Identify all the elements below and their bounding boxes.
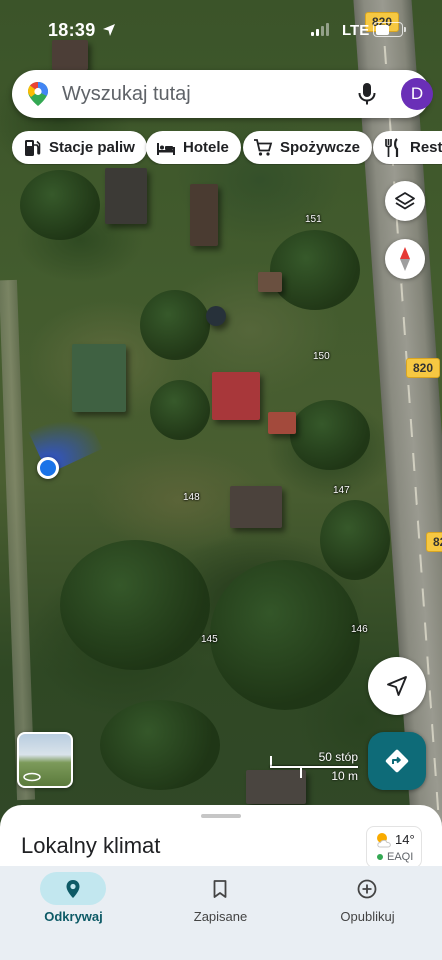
chip-hotels[interactable]: Hotele <box>146 131 241 164</box>
directions-button[interactable] <box>368 732 426 790</box>
scale-metric: 10 m <box>331 769 358 783</box>
bed-icon <box>157 142 175 155</box>
building <box>230 486 282 528</box>
network-type: LTE <box>342 22 370 39</box>
bottom-navigation: Odkrywaj Zapisane Opublikuj <box>0 866 442 960</box>
account-avatar[interactable]: D <box>401 78 433 110</box>
explore-pin-icon <box>66 879 80 898</box>
microphone-icon[interactable] <box>356 82 378 106</box>
chip-label: Spożywcze <box>280 139 361 156</box>
house-number-label: 148 <box>183 492 200 503</box>
chip-label: Stacje paliw <box>49 139 135 156</box>
bottom-sheet[interactable]: Lokalny klimat 14° EAQI <box>0 805 442 875</box>
map-scale: 50 stóp 10 m <box>270 750 362 784</box>
aqi-status-dot <box>377 854 383 860</box>
building <box>268 412 296 434</box>
partly-cloudy-icon <box>377 833 391 848</box>
dirt-path <box>0 279 36 801</box>
building <box>212 372 260 420</box>
search-input[interactable]: Wyszukaj tutaj <box>62 83 191 106</box>
tree-cluster <box>150 380 210 440</box>
tree-cluster <box>270 230 360 310</box>
cart-icon <box>254 138 273 156</box>
location-arrow-icon <box>103 24 115 36</box>
status-time: 18:39 <box>48 20 96 40</box>
layers-button[interactable] <box>385 181 425 221</box>
signal-icon <box>311 22 329 36</box>
street-view-thumbnail[interactable] <box>17 732 73 788</box>
gas-station-icon <box>25 139 41 156</box>
nav-saved[interactable]: Zapisane <box>147 866 294 936</box>
nav-label: Odkrywaj <box>44 909 103 924</box>
directions-icon <box>385 749 409 773</box>
category-chips: Stacje paliw Hotele Spożywcze Resta <box>12 131 442 165</box>
chip-restaurants[interactable]: Resta <box>373 131 442 164</box>
nav-explore[interactable]: Odkrywaj <box>0 866 147 936</box>
tree-cluster <box>140 290 210 360</box>
fork-knife-icon <box>385 137 399 157</box>
my-location-button[interactable] <box>368 657 426 715</box>
weather-badge[interactable]: 14° EAQI <box>366 826 422 868</box>
building <box>190 184 218 246</box>
add-circle-icon <box>357 879 377 898</box>
compass-button[interactable] <box>385 239 425 279</box>
status-bar: 18:39 LTE <box>0 0 442 60</box>
battery-icon <box>373 22 406 37</box>
tree-cluster <box>100 700 220 790</box>
compass-needle-icon <box>400 247 410 271</box>
chip-gas-stations[interactable]: Stacje paliw <box>12 131 147 164</box>
maps-pin-logo-icon <box>28 82 48 106</box>
building <box>72 344 126 412</box>
tree-cluster <box>210 560 360 710</box>
route-shield: 820 <box>406 358 441 378</box>
house-number-label: 150 <box>313 351 330 362</box>
bookmark-icon <box>213 879 227 898</box>
sheet-title: Lokalny klimat <box>21 833 161 858</box>
scale-imperial: 50 stóp <box>318 750 358 764</box>
weather-temp: 14° <box>395 832 415 847</box>
layers-icon <box>395 192 415 210</box>
search-bar[interactable]: Wyszukaj tutaj D <box>12 70 433 118</box>
360-view-icon <box>23 772 41 782</box>
current-location-dot[interactable] <box>37 457 59 479</box>
chip-label: Hotele <box>183 139 229 156</box>
nav-contribute[interactable]: Opublikuj <box>294 866 441 936</box>
building <box>258 272 282 292</box>
drag-handle[interactable] <box>201 814 241 818</box>
tree-cluster <box>20 170 100 240</box>
house-number-label: 146 <box>351 624 368 635</box>
building <box>105 168 147 224</box>
chip-label: Resta <box>410 139 442 156</box>
tree-cluster <box>60 540 210 670</box>
nav-label: Opublikuj <box>340 909 395 924</box>
navigation-arrow-icon <box>387 676 407 696</box>
pool <box>206 306 226 326</box>
house-number-label: 145 <box>201 634 218 645</box>
house-number-label: 151 <box>305 214 322 225</box>
chip-groceries[interactable]: Spożywcze <box>243 131 373 164</box>
house-number-label: 147 <box>333 485 350 496</box>
tree-cluster <box>290 400 370 470</box>
aqi-label: EAQI <box>387 851 414 863</box>
nav-label: Zapisane <box>193 909 248 924</box>
tree-cluster <box>320 500 390 580</box>
route-shield: 820 <box>426 532 442 552</box>
